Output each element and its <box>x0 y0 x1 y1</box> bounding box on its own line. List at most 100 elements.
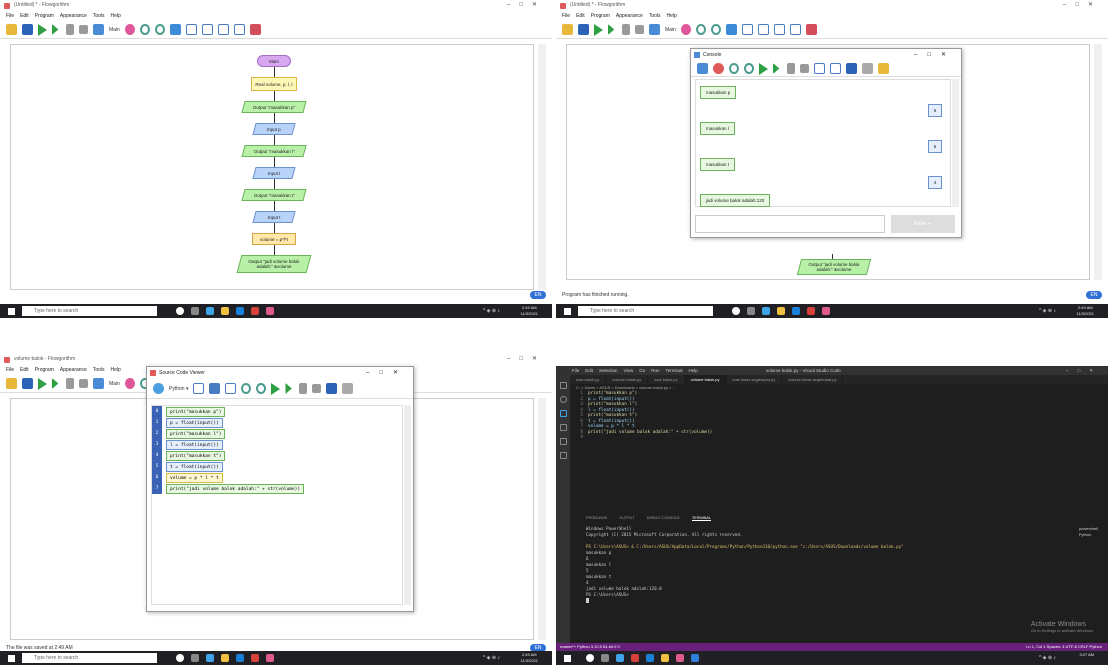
zoom-out-icon[interactable] <box>154 24 165 35</box>
search-icon[interactable] <box>559 396 567 403</box>
vscode-menu-item[interactable]: Terminal <box>666 368 683 373</box>
pause-icon[interactable] <box>66 378 74 389</box>
flow-in-node[interactable]: Input p <box>252 123 296 135</box>
function-icon[interactable] <box>93 378 104 389</box>
console-icon[interactable] <box>830 63 841 74</box>
save-icon[interactable] <box>846 63 857 74</box>
zoom-out-icon[interactable] <box>256 383 267 394</box>
source-code-icon[interactable] <box>814 63 825 74</box>
graph-icon[interactable] <box>789 24 801 35</box>
explorer-icon[interactable] <box>559 382 567 389</box>
cortana-icon[interactable] <box>176 654 184 662</box>
vertical-scrollbar[interactable] <box>1094 44 1102 280</box>
menu-edit[interactable]: Edit <box>20 367 29 373</box>
function-select[interactable]: Main <box>109 381 120 387</box>
console-icon[interactable] <box>201 24 213 35</box>
menu-program[interactable]: Program <box>591 13 610 19</box>
flow-output-node[interactable]: Output "jadi volume balok adalah:" &volu… <box>796 259 872 275</box>
variables-icon[interactable] <box>773 24 785 35</box>
run-icon[interactable] <box>594 23 603 36</box>
save-icon[interactable] <box>578 24 589 35</box>
flowchart-canvas[interactable]: Main Real volume, p, l, t Output "masukkan… <box>10 44 534 290</box>
editor-tab[interactable]: volume balok.py <box>684 375 727 384</box>
edge-icon[interactable] <box>206 307 214 315</box>
flow-out-node[interactable]: Output "masukkan t" <box>241 189 307 201</box>
breadcrumb[interactable]: C: > Users > ASUS > Downloads > volume b… <box>576 385 676 390</box>
windows-start-icon[interactable] <box>8 655 15 662</box>
pause-icon[interactable] <box>299 383 308 394</box>
run-icon[interactable] <box>38 377 47 390</box>
menu-help[interactable]: Help <box>111 367 121 373</box>
panel-tab[interactable]: PROBLEMS <box>586 516 607 521</box>
console-icon[interactable] <box>757 24 769 35</box>
office-icon[interactable] <box>251 654 259 662</box>
zoom-in-icon[interactable] <box>695 24 706 35</box>
code-line[interactable]: l = float(input()) <box>166 440 223 450</box>
terminal-item[interactable]: Python <box>1079 532 1098 538</box>
menu-edit[interactable]: Edit <box>576 13 585 19</box>
run-icon[interactable] <box>759 62 768 75</box>
vscode-window-controls[interactable]: –□✕ <box>1066 366 1102 375</box>
source-code-icon[interactable] <box>193 383 205 394</box>
step-icon[interactable] <box>773 63 780 74</box>
save-icon[interactable] <box>22 24 33 35</box>
run-debug-icon[interactable] <box>559 424 567 431</box>
variable-watch-icon[interactable] <box>680 24 691 35</box>
step-icon[interactable] <box>52 378 59 389</box>
office-icon[interactable] <box>251 307 259 315</box>
explorer-icon[interactable] <box>221 307 229 315</box>
system-tray[interactable]: ^ ◈ ⊕ ♪ <box>1039 655 1056 661</box>
cortana-icon[interactable] <box>732 307 740 315</box>
office-icon[interactable] <box>807 307 815 315</box>
clock[interactable]: 2:49 AM 11/3/2021 <box>1077 305 1095 317</box>
taskbar-search[interactable]: Type here to search <box>578 306 713 316</box>
windows-icon[interactable] <box>805 24 817 35</box>
run-icon[interactable] <box>38 23 47 36</box>
task-view-icon[interactable] <box>191 654 199 662</box>
vscode-menu-item[interactable]: File <box>572 368 579 373</box>
editor-tab[interactable]: volume limas segiempat.py <box>782 375 844 384</box>
editor-tab[interactable]: luas limas segiempat.py <box>727 375 783 384</box>
edge-icon[interactable] <box>762 307 770 315</box>
extensions-icon[interactable] <box>559 438 567 445</box>
variables-icon[interactable] <box>225 383 237 394</box>
cortana-icon[interactable] <box>586 654 594 662</box>
menu-tools[interactable]: Tools <box>93 367 105 373</box>
panel-tab[interactable]: TERMINAL <box>691 516 712 521</box>
step-icon[interactable] <box>608 24 615 35</box>
explorer-icon[interactable] <box>221 654 229 662</box>
viewer-scrollbar[interactable] <box>404 405 411 605</box>
language-select[interactable]: Python ▾ <box>169 386 188 392</box>
code-line[interactable]: p = float(input()) <box>166 418 223 428</box>
viewer-window-controls[interactable]: –□✕ <box>366 367 408 379</box>
menu-appearance[interactable]: Appearance <box>60 367 87 373</box>
clock[interactable]: 2:49 AM 11/3/2021 <box>521 305 539 317</box>
source-control-icon[interactable] <box>559 410 567 417</box>
windows-start-icon[interactable] <box>564 308 571 315</box>
stop-icon[interactable] <box>79 379 88 388</box>
variable-watch-icon[interactable] <box>124 24 135 35</box>
clock[interactable]: 2:49 AM 11/3/2021 <box>521 652 539 664</box>
menu-help[interactable]: Help <box>667 13 677 19</box>
menu-file[interactable]: File <box>6 13 14 19</box>
code-line[interactable]: print("masukkan p") <box>166 407 226 417</box>
step-icon[interactable] <box>285 383 292 394</box>
code-line[interactable]: print("masukkan l") <box>166 429 226 439</box>
menu-file[interactable]: File <box>562 13 570 19</box>
code-line[interactable]: print("masukkan t") <box>166 451 226 461</box>
vscode-menu-item[interactable]: Help <box>689 368 698 373</box>
explorer-icon[interactable] <box>661 654 669 662</box>
pause-icon[interactable] <box>66 24 74 35</box>
pause-icon[interactable] <box>622 24 630 35</box>
vscode-menu-item[interactable]: Go <box>639 368 645 373</box>
flow-out-node[interactable]: Output "masukkan p" <box>241 101 307 113</box>
explorer-icon[interactable] <box>777 307 785 315</box>
console-scrollbar[interactable] <box>952 79 959 207</box>
function-icon[interactable] <box>93 24 104 35</box>
flow-out-node[interactable]: Output "masukkan l" <box>241 145 307 157</box>
open-folder-icon[interactable] <box>6 378 17 389</box>
run-icon[interactable] <box>271 382 281 395</box>
console-input-field[interactable] <box>695 215 885 233</box>
layout-icon[interactable] <box>169 24 181 35</box>
panel-tab[interactable]: OUTPUT <box>619 516 635 521</box>
